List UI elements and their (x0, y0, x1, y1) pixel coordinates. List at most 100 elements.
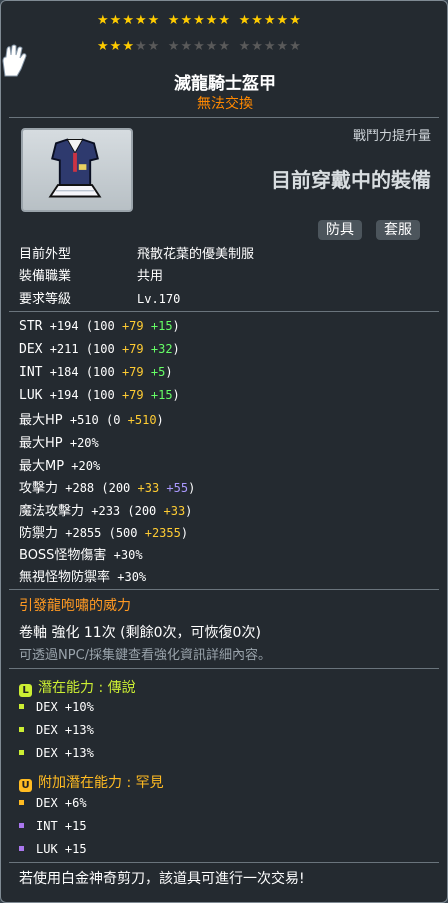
stat-name: 無視怪物防禦率 (19, 570, 111, 585)
item-tooltip: ★★★★★ ★★★★★ ★★★★★ ★★★★★ ★★★★★ ★★★★★ 滅龍騎士… (0, 0, 448, 903)
bullet-icon (19, 800, 24, 805)
star-icon: ★ (134, 39, 148, 54)
unique-badge-icon: U (19, 779, 32, 792)
tag-set: 套服 (376, 220, 420, 240)
star-icon: ★ (109, 13, 123, 28)
star-icon: ★ (218, 39, 232, 54)
stat-value: +30% (110, 570, 147, 584)
stat-value: +30% (106, 548, 143, 562)
additional-potential-header: U 附加潛在能力 : 罕見 (19, 772, 164, 792)
star-icon: ★ (180, 39, 194, 54)
bullet-icon (19, 704, 24, 709)
potential-line: DEX +10% (19, 700, 94, 714)
star-icon: ★ (97, 39, 110, 54)
stat-value: +2855 (500 (58, 526, 138, 540)
info-job: 裝備職業 共用 (19, 269, 164, 284)
star-icon: ★ (167, 13, 181, 28)
stat-name: DEX (19, 342, 43, 357)
star-icon: ★ (218, 13, 232, 28)
divider (9, 862, 439, 863)
stat-paren: ) (180, 526, 189, 540)
stat-row: 最大HP +510 (0 +510) (19, 409, 164, 428)
stat-bonus: +79 (114, 319, 144, 333)
stat-name: INT (19, 365, 43, 380)
divider (9, 117, 439, 118)
star-icon: ★ (122, 13, 135, 28)
stat-value: +184 (100 (42, 365, 115, 379)
star-icon: ★ (238, 13, 252, 28)
stat-bonus: +79 (114, 365, 144, 379)
stat-value: +510 (0 (62, 413, 121, 427)
stat-name: LUK (19, 388, 43, 403)
stat-name: 攻擊力 (19, 481, 59, 496)
divider (9, 668, 439, 669)
stat-paren: ) (156, 413, 164, 427)
star-icon: ★ (251, 39, 264, 54)
divider (9, 589, 439, 590)
stat-value: +20% (64, 459, 101, 473)
stat-row: BOSS怪物傷害 +30% (19, 544, 143, 563)
stat-paren: ) (172, 342, 180, 356)
potential-header: L 潛在能力 : 傳說 (19, 677, 136, 697)
additional-potential-line: DEX +6% (19, 796, 87, 810)
info-appearance: 目前外型 飛散花葉的優美制服 (19, 247, 255, 262)
legendary-badge-icon: L (19, 684, 32, 697)
uniform-icon (48, 138, 102, 198)
stat-row: INT +184 (100 +79 +5) (19, 365, 173, 380)
star-icon: ★ (263, 13, 277, 28)
stat-row: LUK +194 (100 +79 +15) (19, 388, 180, 403)
star-icon: ★ (167, 39, 181, 54)
stat-paren: ) (185, 504, 193, 518)
star-icon: ★ (205, 39, 219, 54)
additional-potential-line: INT +15 (19, 819, 87, 833)
star-icon: ★ (180, 13, 194, 28)
bullet-icon (19, 823, 24, 828)
stat-bonus: +5 (143, 365, 166, 379)
stat-row: 無視怪物防禦率 +30% (19, 566, 146, 585)
info-level: 要求等級 Lv.170 (19, 292, 181, 307)
item-icon-frame (21, 128, 133, 212)
stat-value: +288 (200 (58, 481, 131, 495)
stat-bonus: +15 (143, 388, 173, 402)
potential-line: DEX +13% (19, 723, 94, 737)
item-name: 滅龍騎士盔甲 (174, 74, 276, 94)
stat-name: 最大HP (19, 413, 63, 428)
set-effect-name: 引發龍咆嘯的威力 (19, 598, 131, 614)
stat-name: BOSS怪物傷害 (19, 548, 107, 563)
equipped-label: 目前穿戴中的裝備 (271, 168, 431, 192)
stat-bonus: +510 (120, 413, 157, 427)
star-icon: ★ (238, 39, 252, 54)
stat-bonus: +79 (114, 388, 144, 402)
star-icon: ★ (97, 13, 110, 28)
stat-name: STR (19, 319, 43, 334)
stat-row: STR +194 (100 +79 +15) (19, 319, 180, 334)
stat-name: 防禦力 (19, 526, 59, 541)
scroll-upgrade-count: 卷軸 強化 11次 (剩餘0次，可恢復0次) (19, 625, 261, 641)
additional-potential-line: LUK +15 (19, 842, 87, 856)
star-icon: ★ (193, 13, 206, 28)
star-icon: ★ (263, 39, 277, 54)
stat-row: 攻擊力 +288 (200 +33 +55) (19, 477, 195, 496)
stat-bonus: +2355 (137, 526, 181, 540)
stat-bonus: +33 (156, 504, 186, 518)
stat-bonus: +33 (130, 481, 160, 495)
stat-paren: ) (172, 388, 180, 402)
stat-value: +211 (100 (42, 342, 115, 356)
bullet-icon (19, 750, 24, 755)
stat-paren: ) (165, 365, 173, 379)
stat-row: 最大HP +20% (19, 432, 99, 451)
stat-value: +194 (100 (42, 388, 115, 402)
star-icon: ★ (289, 13, 302, 28)
star-icon: ★ (205, 13, 219, 28)
star-icon: ★ (193, 39, 206, 54)
stat-bonus: +32 (143, 342, 173, 356)
divider (9, 311, 439, 312)
star-icon: ★ (122, 39, 135, 54)
stat-paren: ) (172, 319, 180, 333)
star-icon: ★ (134, 13, 148, 28)
stat-row: 防禦力 +2855 (500 +2355) (19, 522, 188, 541)
footer-trade-note: 若使用白金神奇剪刀，該道具可進行一次交易! (19, 871, 305, 887)
bullet-icon (19, 846, 24, 851)
star-row-2: ★★★★★ ★★★★★ ★★★★★ (97, 39, 302, 55)
trade-status: 無法交換 (197, 96, 253, 112)
